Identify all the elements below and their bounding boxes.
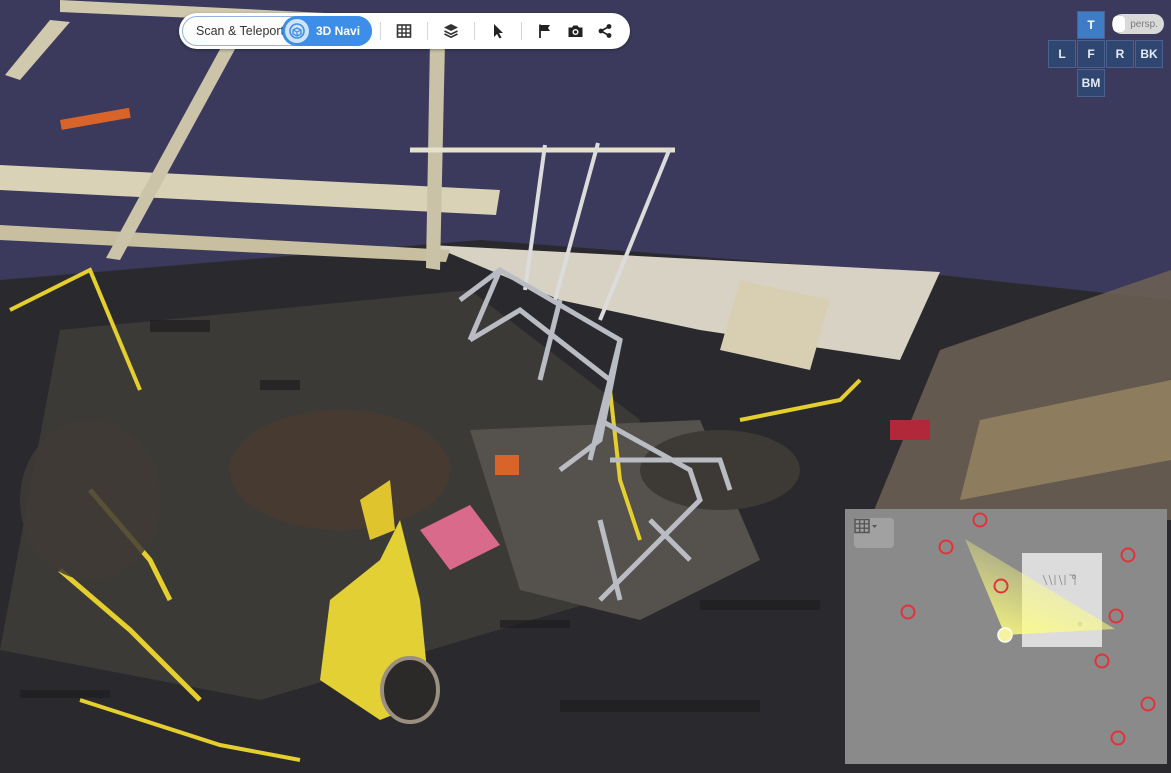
view-bottom-button[interactable]: BM: [1077, 69, 1105, 97]
layers-icon: [444, 24, 458, 39]
scan-point[interactable]: [1120, 547, 1136, 563]
3d-navi-mode-button[interactable]: 3D Navi: [282, 16, 372, 46]
scan-point[interactable]: [1140, 696, 1156, 712]
beam-5: [426, 40, 445, 270]
scan-point[interactable]: [1094, 653, 1110, 669]
perspective-label: persp.: [1130, 18, 1158, 30]
pointer-icon: [494, 24, 503, 39]
view-back-button[interactable]: BK: [1135, 40, 1163, 68]
dropdown-caret-icon: [872, 525, 877, 528]
scan-teleport-mode-button[interactable]: Scan & Teleport: [183, 24, 288, 38]
flag-icon: [539, 24, 550, 38]
robot-base: [380, 656, 440, 724]
share-icon: [598, 24, 612, 38]
scan-point[interactable]: [1110, 730, 1126, 746]
floorplan-grid-button[interactable]: [389, 16, 419, 46]
view-right-button[interactable]: R: [1106, 40, 1134, 68]
machine-cluster-3: [20, 420, 160, 580]
machine-cluster-1: [230, 410, 450, 530]
toolbar-divider: [474, 22, 475, 40]
beam-6: [5, 20, 70, 80]
view-top-button[interactable]: T: [1077, 11, 1105, 39]
flag-button[interactable]: [530, 16, 560, 46]
grid-icon: [396, 24, 412, 38]
machine-cluster-2: [640, 430, 800, 510]
share-button[interactable]: [590, 16, 620, 46]
view-front-button[interactable]: F: [1077, 40, 1105, 68]
current-position-marker[interactable]: [997, 627, 1013, 643]
toolbar-divider: [427, 22, 428, 40]
mode-toggle[interactable]: Scan & Teleport 3D Navi: [182, 16, 372, 46]
navi-mode-label: 3D Navi: [316, 24, 361, 38]
minimap-canvas: [900, 512, 1156, 746]
scan-point[interactable]: [1108, 608, 1124, 624]
beam-4: [106, 40, 240, 260]
grid-icon: [854, 518, 877, 534]
layers-button[interactable]: [436, 16, 466, 46]
view-left-button[interactable]: L: [1048, 40, 1076, 68]
toolbar-divider: [521, 22, 522, 40]
navi-cube-icon: [285, 19, 309, 43]
select-pointer-button[interactable]: [483, 16, 513, 46]
beam-2: [0, 225, 450, 262]
camera-button[interactable]: [560, 16, 590, 46]
toolbar-divider: [380, 22, 381, 40]
camera-icon: [568, 25, 582, 37]
perspective-toggle[interactable]: persp.: [1112, 14, 1164, 34]
perspective-toggle-knob: [1113, 16, 1125, 32]
scan-point[interactable]: [972, 512, 988, 528]
scan-point[interactable]: [938, 539, 954, 555]
minimap[interactable]: [845, 509, 1167, 764]
scan-point[interactable]: [900, 604, 916, 620]
minimap-layer-button[interactable]: [854, 518, 894, 548]
beam-1: [0, 165, 500, 215]
main-toolbar: Scan & Teleport 3D Navi: [179, 13, 630, 49]
